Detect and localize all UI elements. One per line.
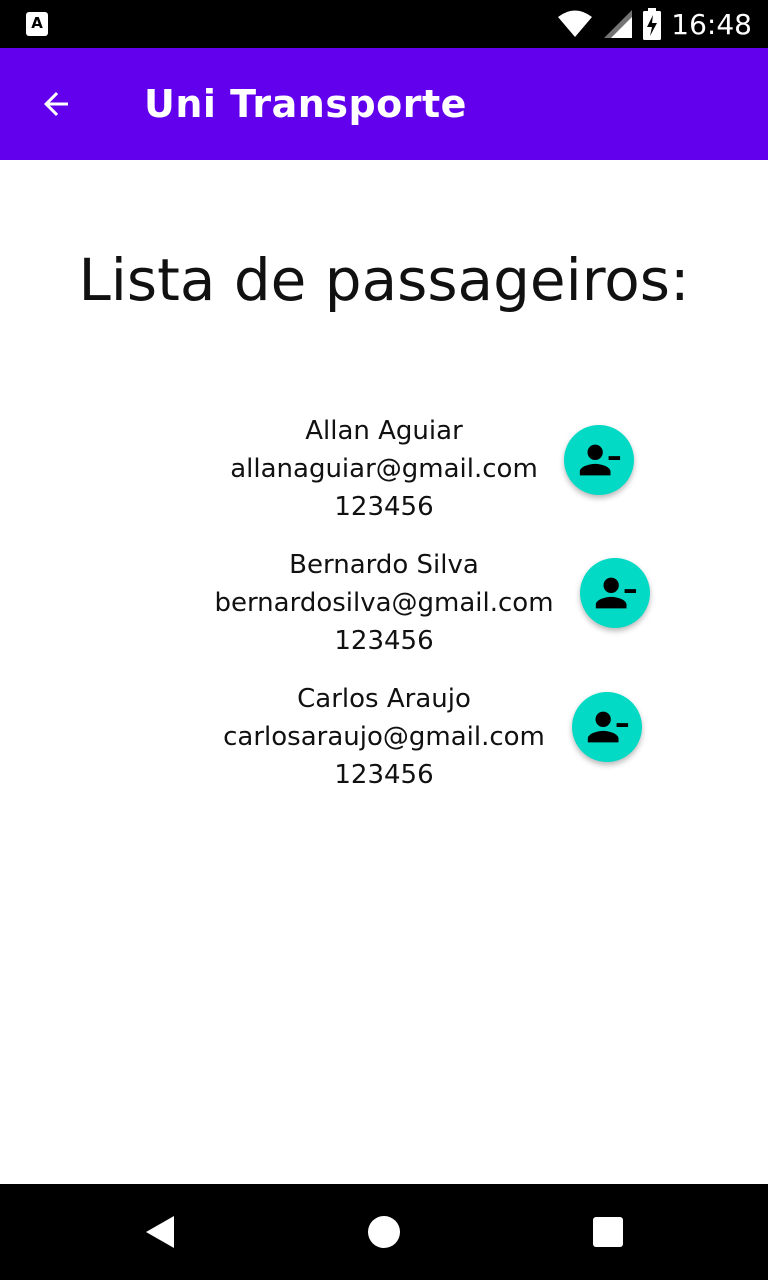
status-time: 16:48 — [671, 7, 752, 41]
passenger-email: carlosaraujo@gmail.com — [223, 722, 545, 752]
nav-back-button[interactable] — [136, 1208, 184, 1256]
passenger-info: Allan Aguiar allanaguiar@gmail.com 12345… — [0, 412, 768, 526]
list-item: Carlos Araujo carlosaraujo@gmail.com 123… — [0, 680, 768, 794]
person-remove-icon — [587, 711, 629, 743]
app-bar: Uni Transporte — [0, 48, 768, 160]
arrow-back-icon — [44, 92, 68, 116]
app-title: Uni Transporte — [144, 82, 467, 126]
back-triangle-icon — [146, 1216, 174, 1248]
remove-passenger-button[interactable] — [580, 558, 650, 628]
remove-passenger-button[interactable] — [564, 425, 634, 495]
wifi-icon — [558, 10, 593, 37]
person-remove-icon — [579, 444, 621, 476]
page-title: Lista de passageiros: — [78, 246, 690, 314]
nav-home-button[interactable] — [360, 1208, 408, 1256]
passenger-info: Bernardo Silva bernardosilva@gmail.com 1… — [0, 546, 768, 660]
recents-square-icon — [593, 1217, 623, 1247]
battery-charging-icon — [643, 8, 662, 40]
nav-recents-button[interactable] — [584, 1208, 632, 1256]
back-button[interactable] — [28, 76, 84, 132]
list-item: Allan Aguiar allanaguiar@gmail.com 12345… — [0, 412, 768, 526]
passenger-email: allanaguiar@gmail.com — [230, 454, 538, 484]
list-item: Bernardo Silva bernardosilva@gmail.com 1… — [0, 546, 768, 660]
person-remove-icon — [595, 577, 637, 609]
home-circle-icon — [368, 1216, 400, 1248]
passenger-code: 123456 — [334, 492, 434, 522]
passenger-name: Bernardo Silva — [289, 550, 479, 580]
passenger-email: bernardosilva@gmail.com — [214, 588, 554, 618]
passenger-code: 123456 — [334, 760, 434, 790]
app-notification-icon: A — [26, 12, 48, 36]
passenger-name: Carlos Araujo — [297, 684, 471, 714]
signal-icon — [604, 10, 633, 38]
passenger-name: Allan Aguiar — [305, 416, 463, 446]
passenger-info: Carlos Araujo carlosaraujo@gmail.com 123… — [0, 680, 768, 794]
remove-passenger-button[interactable] — [572, 692, 642, 762]
status-bar: A 16:48 — [0, 0, 768, 48]
passenger-code: 123456 — [334, 626, 434, 656]
navigation-bar — [0, 1184, 768, 1280]
status-icons: 16:48 — [557, 0, 752, 48]
